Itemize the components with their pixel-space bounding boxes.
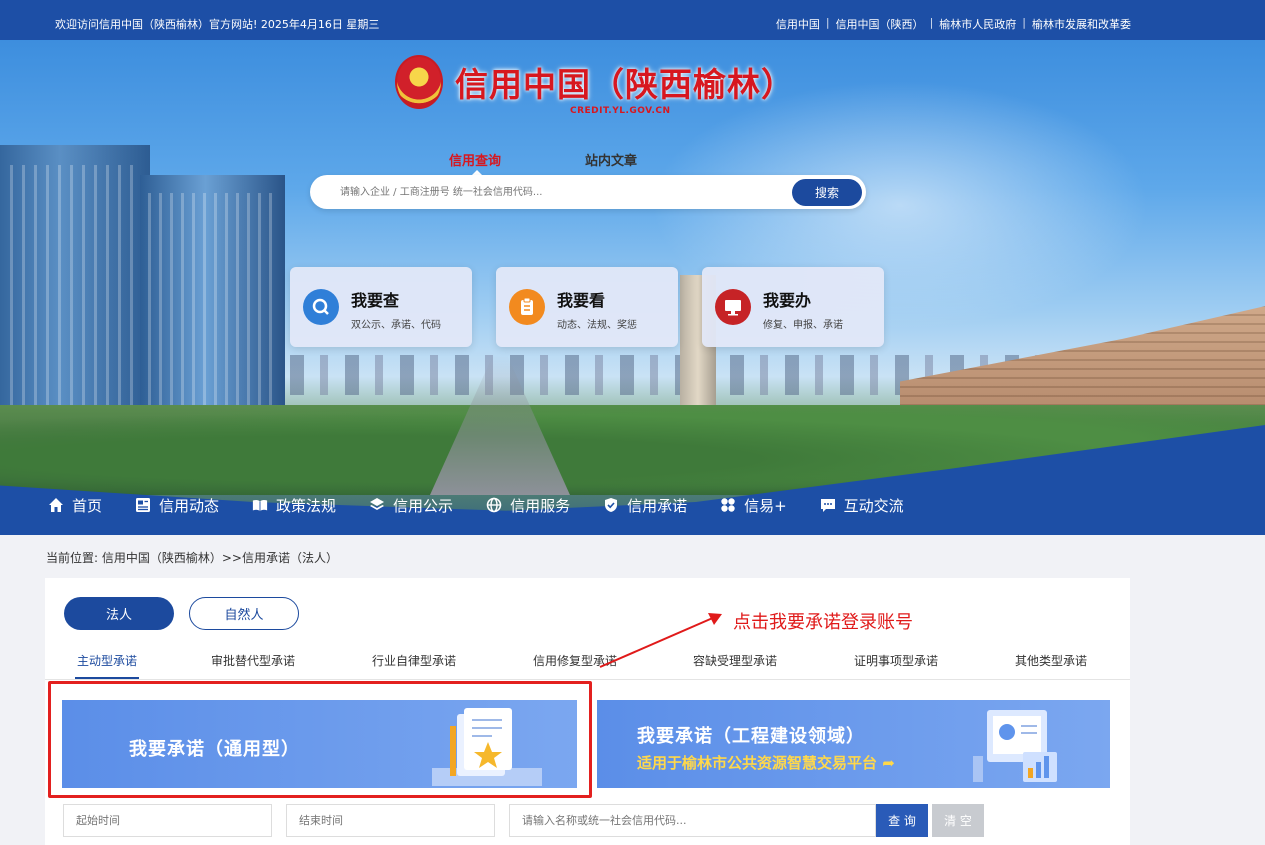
nav-credit-news[interactable]: 信用动态 — [135, 495, 219, 516]
nav-credit-publicity[interactable]: 信用公示 — [369, 495, 453, 516]
search-input[interactable] — [340, 183, 780, 201]
subtab-certification-matter[interactable]: 证明事项型承诺 — [854, 652, 938, 669]
nav-credit-commitment[interactable]: 信用承诺 — [603, 495, 687, 516]
quick-card-title: 我要看 — [557, 291, 606, 310]
link-yulin-government[interactable]: 榆林市人民政府 — [939, 16, 1016, 32]
quick-card-desc: 修复、申报、承诺 — [763, 320, 843, 331]
layers-icon — [369, 497, 385, 513]
separator: | — [825, 16, 830, 29]
monitor-chart-icon — [973, 710, 1057, 782]
annotation-text: 点击我要承诺登录账号 — [733, 612, 913, 633]
quick-card-handle[interactable]: 我要办 修复、申报、承诺 — [702, 267, 884, 347]
nav-credit-service[interactable]: 信用服务 — [486, 495, 570, 516]
link-credit-china[interactable]: 信用中国 — [776, 16, 820, 32]
search-icon — [303, 289, 339, 325]
start-date-input[interactable] — [63, 804, 272, 837]
quick-card-desc: 双公示、承诺、代码 — [351, 320, 441, 331]
nav-policy[interactable]: 政策法规 — [252, 495, 336, 516]
clear-button[interactable]: 清 空 — [932, 804, 984, 837]
nav-label: 信易+ — [744, 496, 787, 515]
tab-site-articles[interactable]: 站内文章 — [585, 150, 637, 169]
clipboard-icon — [509, 289, 545, 325]
commitment-type-tabs: 主动型承诺 审批替代型承诺 行业自律型承诺 信用修复型承诺 容缺受理型承诺 证明… — [45, 652, 1130, 680]
nav-label: 政策法规 — [276, 496, 337, 515]
nav-label: 互动交流 — [843, 496, 904, 515]
subtab-approval-replacement[interactable]: 审批替代型承诺 — [211, 652, 295, 669]
monitor-icon — [715, 289, 751, 325]
quick-card-desc: 动态、法规、奖惩 — [557, 320, 637, 331]
commit-engineering-card[interactable]: 我要承诺（工程建设领域） 适用于榆林市公共资源智慧交易平台 ➦ — [597, 700, 1110, 788]
news-icon — [135, 497, 151, 513]
tab-natural-person[interactable]: 自然人 — [189, 597, 299, 630]
name-code-input[interactable] — [509, 804, 876, 837]
nav-label: 信用公示 — [393, 496, 454, 515]
highlight-box — [48, 681, 592, 798]
site-logo[interactable]: 信用中国（陕西榆林） — [395, 55, 795, 109]
book-icon — [252, 497, 268, 513]
search-button[interactable]: 搜索 — [792, 179, 862, 206]
card-title: 我要承诺（工程建设领域） — [637, 726, 865, 747]
separator: | — [929, 16, 934, 29]
quick-card-title: 我要查 — [351, 291, 400, 310]
annotation-arrow — [599, 613, 722, 668]
separator: | — [1022, 16, 1026, 29]
subtab-active-commitment[interactable]: 主动型承诺 — [74, 652, 140, 679]
tab-credit-query[interactable]: 信用查询 — [449, 150, 501, 176]
quick-card-view[interactable]: 我要看 动态、法规、奖惩 — [496, 267, 678, 347]
nav-home[interactable]: 首页 — [48, 495, 102, 516]
nav-label: 信用服务 — [510, 496, 571, 515]
link-yulin-ndrc[interactable]: 榆林市发展和改革委 — [1032, 16, 1131, 32]
quick-card-title: 我要办 — [763, 291, 812, 310]
welcome-text: 欢迎访问信用中国（陕西榆林）官方网站! 2025年4月16日 星期三 — [55, 18, 380, 31]
card-subtitle: 适用于榆林市公共资源智慧交易平台 ➦ — [637, 754, 895, 772]
query-button[interactable]: 查 询 — [876, 804, 928, 837]
quick-card-query[interactable]: 我要查 双公示、承诺、代码 — [290, 267, 472, 347]
site-domain: CREDIT.YL.GOV.CN — [570, 106, 671, 116]
nav-xinyi-plus[interactable]: 信易+ — [720, 495, 787, 516]
breadcrumb: 当前位置: 信用中国（陕西榆林）>>信用承诺（法人） — [46, 551, 338, 565]
site-title: 信用中国（陕西榆林） — [455, 65, 795, 104]
subtab-industry-self-discipline[interactable]: 行业自律型承诺 — [372, 652, 456, 669]
end-date-input[interactable] — [286, 804, 495, 837]
arrow-right-icon: ➦ — [882, 754, 895, 772]
grid-icon — [720, 497, 736, 513]
nav-label: 信用承诺 — [627, 496, 688, 515]
main-nav: 首页 信用动态 政策法规 信用公示 信用服务 信用承诺 信易+ 互动交流 — [0, 475, 1265, 535]
chat-icon — [820, 497, 836, 513]
globe-icon — [486, 497, 502, 513]
home-icon — [48, 497, 64, 513]
subtab-other-types[interactable]: 其他类型承诺 — [1015, 652, 1087, 669]
nav-label: 信用动态 — [159, 496, 220, 515]
link-credit-shaanxi[interactable]: 信用中国（陕西） — [836, 16, 924, 32]
top-links: 信用中国 | 信用中国（陕西） | 榆林市人民政府 | 榆林市发展和改革委 — [776, 16, 1131, 32]
shield-icon — [603, 497, 619, 513]
tab-legal-person[interactable]: 法人 — [64, 597, 174, 630]
national-emblem-icon — [395, 55, 443, 109]
nav-label: 首页 — [72, 496, 103, 515]
search-box — [310, 175, 866, 209]
nav-interaction[interactable]: 互动交流 — [820, 495, 904, 516]
